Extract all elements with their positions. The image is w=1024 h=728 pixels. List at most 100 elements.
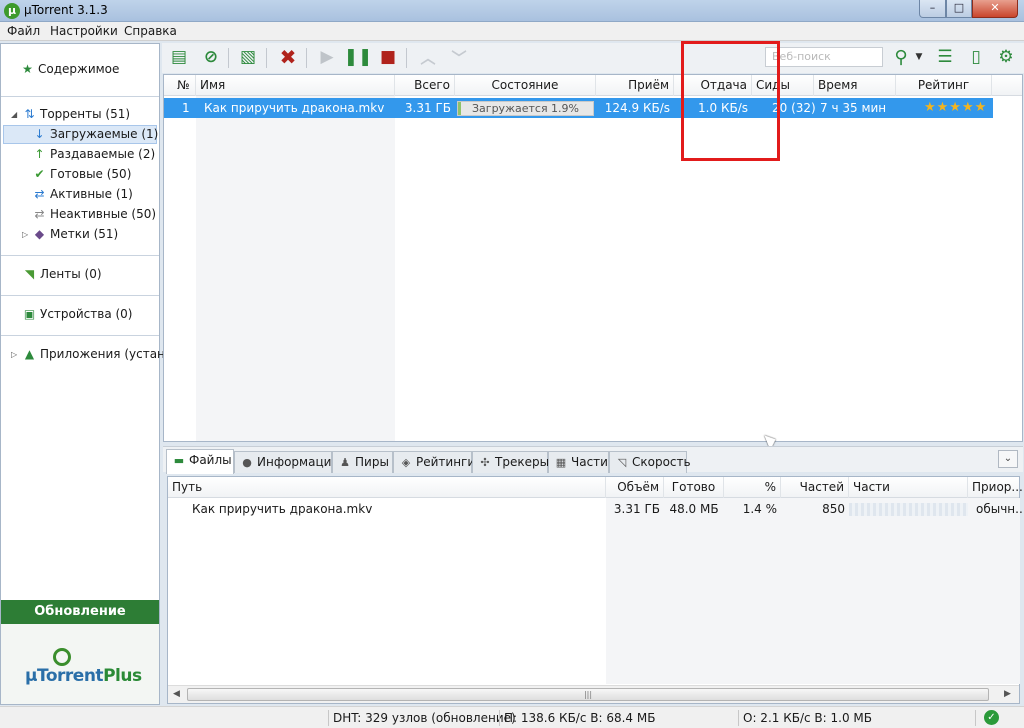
update-button[interactable]: Обновление — [1, 600, 159, 624]
sidebar-item-seeding[interactable]: ↑ Раздаваемые (2) — [33, 145, 155, 163]
apps-icon: ▲ — [24, 347, 35, 361]
network-ok-icon[interactable]: ✓ — [984, 710, 999, 725]
start-icon[interactable]: ▶ — [316, 46, 338, 68]
status-divider — [738, 710, 739, 726]
tab-trackers[interactable]: ✣ Трекеры — [472, 451, 549, 473]
menu-file[interactable]: Файл — [7, 24, 40, 38]
sidebar-item-completed[interactable]: ✔ Готовые (50) — [33, 165, 131, 183]
download-arrow-icon: ↓ — [34, 127, 45, 141]
search-icon[interactable]: ⚲ — [890, 46, 912, 68]
remote-icon[interactable]: ▯ — [965, 46, 987, 68]
add-url-icon[interactable]: ⊘ — [200, 46, 222, 68]
file-path: Как приручить дракона.mkv — [192, 502, 373, 516]
column-header-percent[interactable]: % — [724, 477, 781, 498]
column-header-rating[interactable]: Рейтинг — [896, 75, 992, 96]
torrent-row[interactable]: 1 Как приручить дракона.mkv 3.31 ГБ Загр… — [164, 98, 993, 118]
tab-ratings[interactable]: ◈ Рейтинги — [393, 451, 475, 473]
web-search-input[interactable]: Веб-поиск — [765, 47, 883, 67]
sidebar-divider — [1, 295, 159, 296]
sidebar-item-active[interactable]: ⇄ Активные (1) — [33, 185, 132, 203]
tab-info[interactable]: ● Информация — [234, 451, 339, 473]
scrollbar-thumb[interactable]: ||| — [187, 688, 989, 701]
torrent-rating-stars[interactable]: ★★★★★ — [920, 98, 991, 118]
pause-icon[interactable]: ❚❚ — [344, 46, 373, 68]
status-divider — [499, 710, 500, 726]
column-header-path[interactable]: Путь — [168, 477, 606, 498]
file-pieces-bar — [849, 503, 968, 516]
column-header-name[interactable]: Имя — [196, 75, 395, 96]
move-down-icon[interactable]: ﹀ — [448, 46, 470, 68]
column-header-done[interactable]: Готово — [664, 477, 724, 498]
expand-down-icon[interactable]: ◢ — [11, 110, 17, 119]
sidebar-item-apps[interactable]: ▲ Приложения (устано — [23, 345, 172, 363]
horizontal-scrollbar[interactable]: ◀ ||| ▶ — [168, 685, 1019, 703]
file-row[interactable]: Как приручить дракона.mkv 3.31 ГБ 48.0 М… — [168, 499, 1024, 519]
stop-icon[interactable]: ■ — [377, 46, 399, 68]
column-header-volume[interactable]: Объём — [606, 477, 664, 498]
create-torrent-icon[interactable]: ▧ — [237, 46, 259, 68]
move-up-icon[interactable]: ︿ — [417, 46, 439, 68]
file-pieces-count: 850 — [822, 502, 845, 516]
torrent-eta: 7 ч 35 мин — [820, 101, 887, 115]
menu-settings[interactable]: Настройки — [50, 24, 118, 38]
list-view-icon[interactable]: ☰ — [934, 46, 956, 68]
chevron-down-icon: ⌄ — [1003, 453, 1013, 464]
column-header-pieces-count[interactable]: Частей — [781, 477, 849, 498]
tab-pieces[interactable]: ▦ Части — [548, 451, 609, 473]
sidebar-item-inactive[interactable]: ⇄ Неактивные (50) — [33, 205, 156, 223]
add-torrent-icon[interactable]: ▤ — [168, 46, 190, 68]
menu-bar: Файл Настройки Справка — [0, 22, 1024, 41]
status-bar: DHT: 329 узлов (обновление) П: 138.6 КБ/… — [0, 706, 1024, 728]
sidebar-divider — [1, 255, 159, 256]
sidebar-item-label: Готовые (50) — [50, 167, 132, 181]
column-header-num[interactable]: № — [164, 75, 196, 96]
minimize-button[interactable]: – — [919, 0, 946, 18]
collapse-panel-button[interactable]: ⌄ — [998, 450, 1018, 468]
column-header-download[interactable]: Приём — [596, 75, 674, 96]
sidebar-divider — [1, 335, 159, 336]
tab-files[interactable]: ▬ Файлы — [166, 449, 234, 474]
sidebar-item-devices[interactable]: ▣ Устройства (0) — [23, 305, 133, 323]
file-done: 48.0 МБ — [669, 502, 719, 516]
close-button[interactable]: ✕ — [972, 0, 1018, 18]
toolbar-divider — [306, 48, 307, 68]
column-header-size[interactable]: Всего — [395, 75, 455, 96]
sidebar-item-labels[interactable]: ◆ Метки (51) — [33, 225, 118, 243]
sidebar-item-torrents[interactable]: ⇅ Торренты (51) — [23, 105, 130, 123]
gear-icon[interactable]: ⚙ — [995, 46, 1017, 68]
checkmark-icon: ✔ — [34, 167, 45, 181]
column-header-priority[interactable]: Приор... — [968, 477, 1023, 498]
remove-icon[interactable]: ✖ — [277, 45, 299, 69]
utorrent-plus-promo[interactable]: µTorrentPlus — [1, 624, 159, 704]
sidebar-item-feeds[interactable]: ◥ Ленты (0) — [23, 265, 102, 283]
status-upload: О: 2.1 КБ/с В: 1.0 МБ — [743, 711, 872, 725]
column-header-status[interactable]: Состояние — [455, 75, 596, 96]
sidebar-item-label: Раздаваемые (2) — [50, 147, 156, 161]
scroll-left-icon[interactable]: ◀ — [173, 689, 180, 699]
progress-fill — [458, 102, 461, 115]
folder-icon: ▬ — [173, 454, 185, 467]
column-header-eta[interactable]: Время — [814, 75, 896, 96]
sidebar: ★ Содержимое ◢ ⇅ Торренты (51) ↓ Загружаемы… — [0, 43, 172, 705]
ratings-icon: ◈ — [401, 456, 411, 469]
menu-help[interactable]: Справка — [124, 24, 177, 38]
file-size: 3.31 ГБ — [613, 502, 660, 516]
expand-right-icon[interactable]: ▷ — [22, 230, 28, 239]
tab-speed[interactable]: ◹ Скорость — [609, 451, 691, 473]
chevron-down-icon[interactable]: ▼ — [914, 46, 924, 68]
toolbar-divider — [406, 48, 407, 68]
scroll-right-icon[interactable]: ▶ — [1004, 689, 1011, 699]
torrent-name: Как приручить дракона.mkv — [204, 101, 385, 115]
sidebar-item-label: Загружаемые (1) — [50, 127, 159, 141]
column-header-pieces[interactable]: Части — [849, 477, 968, 498]
tab-peers[interactable]: ♟ Пиры — [332, 451, 393, 473]
utorrent-plus-logo: µTorrentPlus — [25, 666, 142, 686]
sidebar-item-content[interactable]: ★ Содержимое — [21, 60, 119, 78]
torrent-size: 3.31 ГБ — [404, 101, 451, 115]
utorrent-logo-icon: µ — [4, 3, 20, 19]
toolbar: ▤ ⊘ ▧ ✖ ▶ ❚❚ ■ ︿ ﹀ Веб-поиск ⚲ ▼ ☰ ▯ ⚙ — [162, 43, 1024, 73]
sidebar-item-downloading[interactable]: ↓ Загружаемые (1) — [33, 125, 158, 143]
active-arrows-icon: ⇄ — [34, 187, 45, 201]
expand-right-icon[interactable]: ▷ — [11, 350, 17, 359]
maximize-button[interactable]: □ — [946, 0, 972, 18]
